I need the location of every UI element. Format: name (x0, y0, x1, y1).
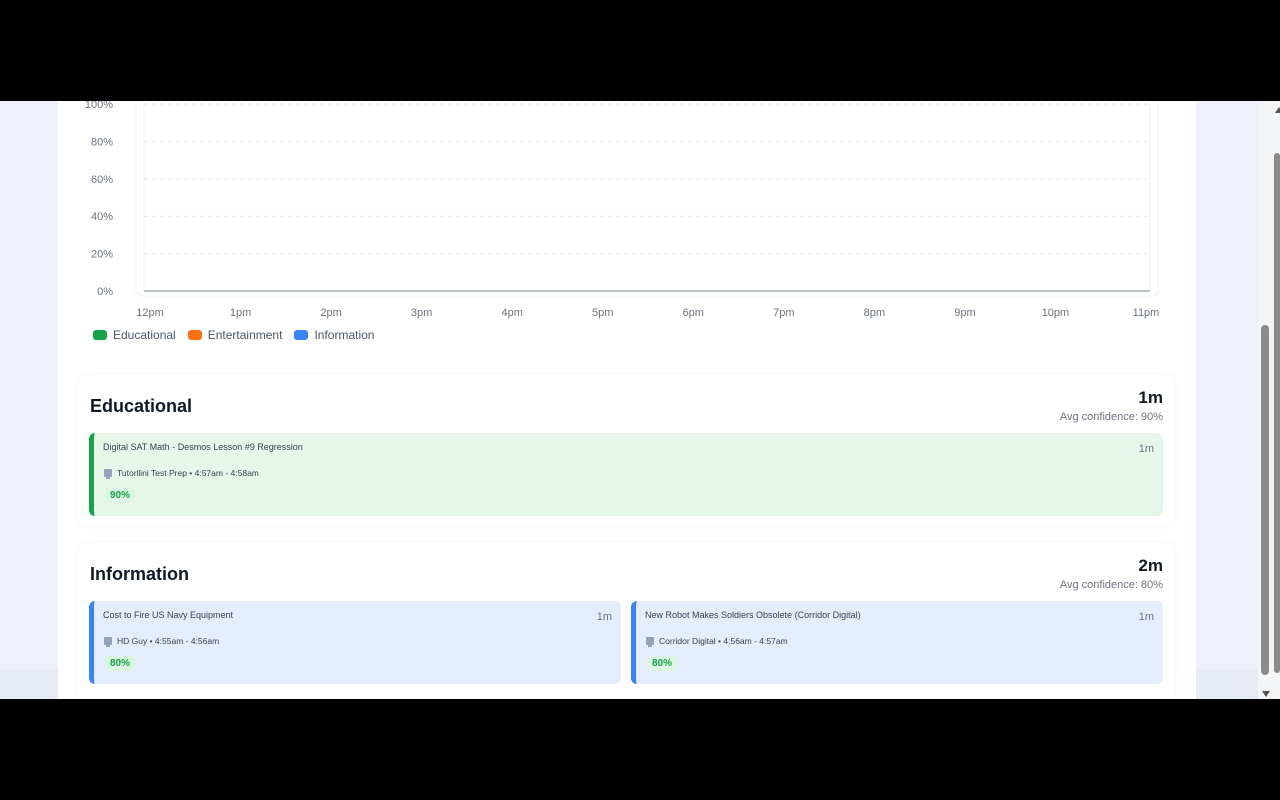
legend-item-information[interactable]: Information (294, 328, 374, 342)
legend-item-educational[interactable]: Educational (93, 328, 176, 342)
section-avg-confidence: Avg confidence: 80% (1059, 579, 1163, 591)
section-total-time: 1m (1138, 388, 1163, 407)
category-section-educational: Educational 1m Avg confidence: 90% Digit… (78, 375, 1174, 525)
video-item[interactable]: Digital SAT Math - Desmos Lesson #9 Regr… (89, 433, 1163, 516)
section-total-time: 2m (1138, 556, 1163, 575)
legend-swatch-educational (93, 330, 107, 340)
x-tick-label: 8pm (864, 307, 885, 319)
x-tick-label: 11pm (1133, 307, 1160, 319)
app-viewport: 0% 20% 40% 60% 80% 100% 12pm 1pm 2pm 3pm 4pm 5pm 6p… (0, 101, 1280, 699)
legend-swatch-entertainment (187, 330, 202, 340)
y-tick-label: 0% (97, 286, 113, 298)
x-tick-label: 4pm (501, 307, 522, 319)
x-tick-label: 10pm (1042, 307, 1070, 319)
chart-legend: Educational Entertainment Information (93, 328, 374, 342)
video-channel-time: Corridor Digital • 4:56am - 4:57am (659, 636, 788, 646)
section-title: Information (90, 564, 189, 584)
x-tick-label: 7pm (773, 307, 794, 319)
video-channel-time: HD Guy • 4:55am - 4:56am (117, 636, 220, 646)
confidence-badge: 80% (105, 656, 136, 671)
confidence-badge: 80% (647, 656, 678, 671)
scroll-up-arrow-icon[interactable] (1275, 107, 1280, 113)
x-tick-label: 12pm (136, 307, 164, 319)
x-tick-label: 1pm (230, 307, 251, 319)
inner-scrollbar-thumb[interactable] (1261, 325, 1269, 675)
video-meta: Tutorllini Test Prep • 4:57am - 4:58am (104, 468, 259, 479)
video-duration: 1m (1138, 443, 1154, 455)
video-title: Digital SAT Math - Desmos Lesson #9 Regr… (103, 442, 303, 452)
y-tick-label: 60% (91, 174, 113, 186)
timeline-chart: 0% 20% 40% 60% 80% 100% 12pm 1pm 2pm 3pm 4pm 5pm 6p… (85, 101, 1160, 319)
confidence-badge: 90% (105, 488, 136, 503)
video-title: New Robot Makes Soldiers Obsolete (Corri… (645, 610, 861, 620)
legend-label-entertainment: Entertainment (207, 328, 283, 342)
x-tick-label: 3pm (411, 307, 432, 319)
video-item[interactable]: New Robot Makes Soldiers Obsolete (Corri… (631, 601, 1163, 684)
y-tick-label: 80% (91, 136, 113, 148)
legend-swatch-information (294, 330, 309, 340)
legend-label-educational: Educational (113, 328, 176, 342)
video-duration: 1m (596, 611, 612, 623)
x-tick-label: 6pm (683, 307, 704, 319)
y-tick-label: 100% (85, 101, 113, 111)
legend-label-information: Information (314, 328, 375, 342)
video-duration: 1m (1138, 611, 1154, 623)
plot-area (135, 101, 1159, 297)
video-meta: HD Guy • 4:55am - 4:56am (104, 636, 220, 647)
video-channel-time: Tutorllini Test Prep • 4:57am - 4:58am (117, 468, 259, 478)
dashboard-card: 0% 20% 40% 60% 80% 100% 12pm 1pm 2pm 3pm 4pm 5pm 6p… (58, 101, 1196, 699)
section-avg-confidence: Avg confidence: 90% (1059, 411, 1163, 423)
x-tick-label: 9pm (954, 307, 975, 319)
y-tick-label: 40% (91, 211, 113, 223)
video-title: Cost to Fire US Navy Equipment (103, 610, 234, 620)
y-tick-label: 20% (91, 249, 113, 261)
channel-icon (104, 469, 112, 479)
x-tick-label: 5pm (592, 307, 613, 319)
video-meta: Corridor Digital • 4:56am - 4:57am (646, 636, 788, 647)
x-tick-label: 2pm (320, 307, 341, 319)
video-item[interactable]: Cost to Fire US Navy Equipment 1m HD Guy… (89, 601, 621, 684)
scroll-down-arrow-icon[interactable] (1262, 691, 1270, 697)
page-scrollbar-thumb[interactable] (1274, 153, 1280, 673)
category-section-information: Information 2m Avg confidence: 80% Cost … (78, 543, 1174, 699)
legend-item-entertainment[interactable]: Entertainment (187, 328, 283, 342)
channel-icon (646, 637, 654, 647)
section-title: Educational (90, 396, 193, 416)
channel-icon (104, 637, 112, 647)
